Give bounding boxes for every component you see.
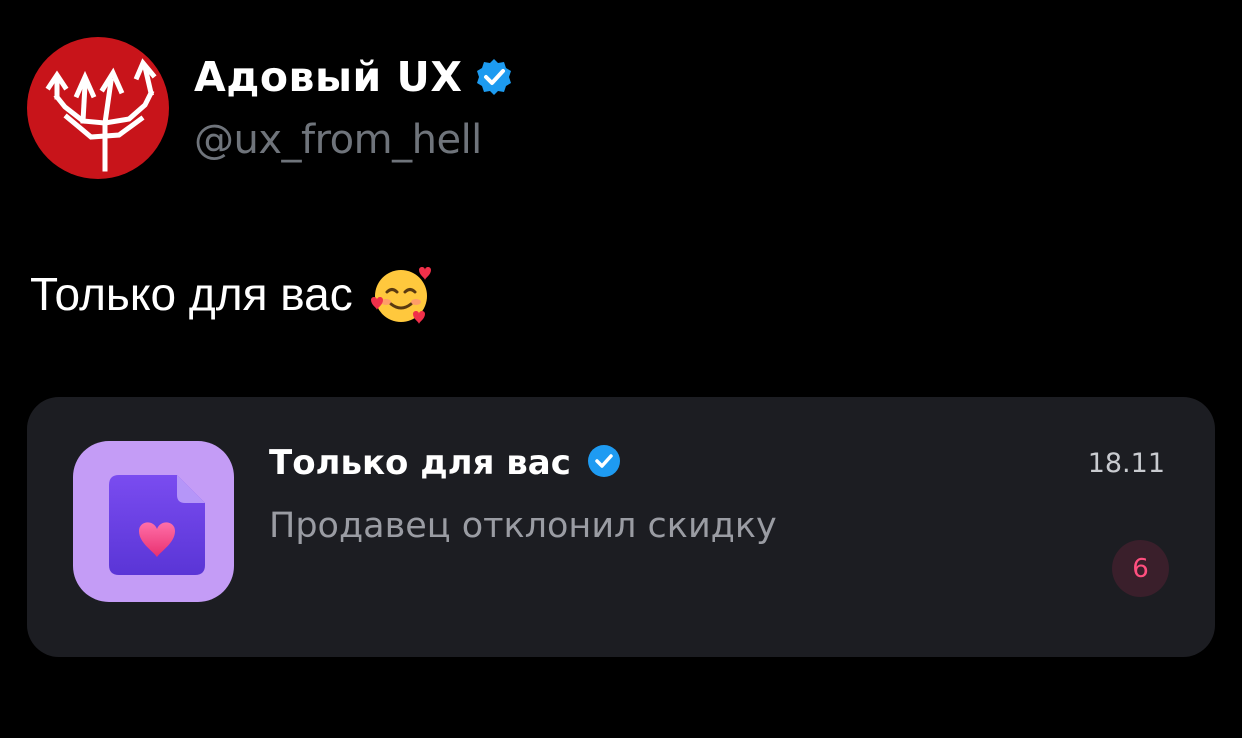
smiling-face-with-hearts-icon <box>369 262 433 326</box>
verified-badge-icon <box>474 57 514 97</box>
notification-body: Продавец отклонил скидку <box>269 506 777 546</box>
trident-icon <box>45 58 157 172</box>
document-heart-icon <box>109 475 205 575</box>
tweet-text: Только для вас <box>30 268 353 320</box>
avatar[interactable] <box>27 37 169 179</box>
app-icon[interactable] <box>73 441 234 602</box>
notification-card[interactable]: Только для вас Продавец отклонил скидку … <box>27 397 1215 657</box>
notification-date: 18.11 <box>1087 448 1165 479</box>
notification-title-row: Только для вас <box>269 441 621 485</box>
unread-count-badge: 6 <box>1112 540 1169 597</box>
tweet-screenshot: Адовый UX @ux_from_hell Только для вас Т… <box>0 0 1242 738</box>
author-handle[interactable]: @ux_from_hell <box>194 114 482 166</box>
author-name[interactable]: Адовый UX <box>194 52 462 102</box>
author-name-row: Адовый UX <box>194 52 514 102</box>
tweet-text-row: Только для вас <box>30 262 433 326</box>
notification-title: Только для вас <box>269 443 571 483</box>
verified-badge-icon <box>587 444 621 482</box>
